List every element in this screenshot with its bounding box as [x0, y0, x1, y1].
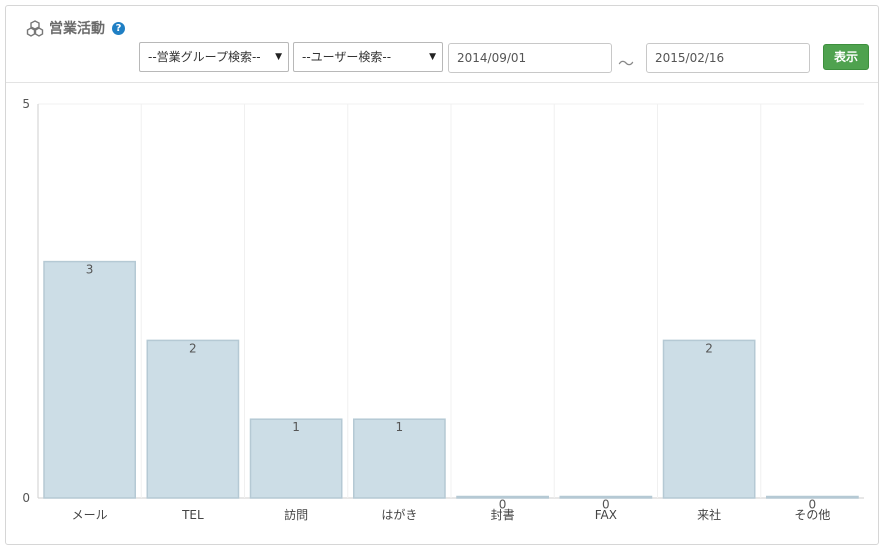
help-icon[interactable]: ? [112, 21, 125, 35]
bar [662, 339, 756, 499]
sales-group-select[interactable]: --営業グループ検索-- ▼ [139, 42, 289, 72]
x-tick-label: メール [72, 508, 108, 522]
y-tick-label: 0 [22, 491, 30, 505]
sales-activity-panel: 営業活動 ? --営業グループ検索-- ▼ --ユーザー検索-- ▼ 2014/… [5, 5, 879, 545]
page-title: 営業活動 [49, 21, 105, 37]
x-tick-label: はがき [381, 507, 417, 522]
y-tick-label: 5 [22, 97, 30, 111]
x-tick-label: 封書 [491, 508, 515, 522]
data-label: 2 [189, 341, 197, 355]
data-label: 1 [396, 420, 404, 434]
title-area: 営業活動 ? [26, 18, 125, 38]
cubes-icon [26, 20, 44, 37]
bar-chart: 053メール2TEL1訪問1はがき0封書0FAX2来社0その他 [22, 97, 864, 522]
date-from-input[interactable]: 2014/09/01 [448, 43, 612, 73]
data-label: 3 [86, 263, 94, 277]
x-tick-label: その他 [794, 508, 830, 522]
data-label: 2 [705, 341, 713, 355]
bar [146, 339, 240, 499]
bar [43, 260, 136, 499]
panel-header: 営業活動 ? --営業グループ検索-- ▼ --ユーザー検索-- ▼ 2014/… [6, 6, 878, 83]
user-select-value: --ユーザー検索-- [302, 50, 392, 64]
x-tick-label: FAX [595, 508, 617, 522]
chevron-down-icon: ▼ [429, 52, 436, 62]
user-select[interactable]: --ユーザー検索-- ▼ [293, 42, 443, 72]
x-tick-label: 訪問 [284, 507, 308, 522]
show-button[interactable]: 表示 [823, 44, 869, 70]
x-tick-label: 来社 [697, 507, 721, 522]
x-tick-label: TEL [181, 508, 204, 522]
data-label: 1 [292, 420, 300, 434]
chevron-down-icon: ▼ [275, 52, 282, 62]
sales-group-select-value: --営業グループ検索-- [148, 50, 261, 64]
date-to-input[interactable]: 2015/02/16 [646, 43, 810, 73]
date-separator: ～ [618, 54, 635, 73]
